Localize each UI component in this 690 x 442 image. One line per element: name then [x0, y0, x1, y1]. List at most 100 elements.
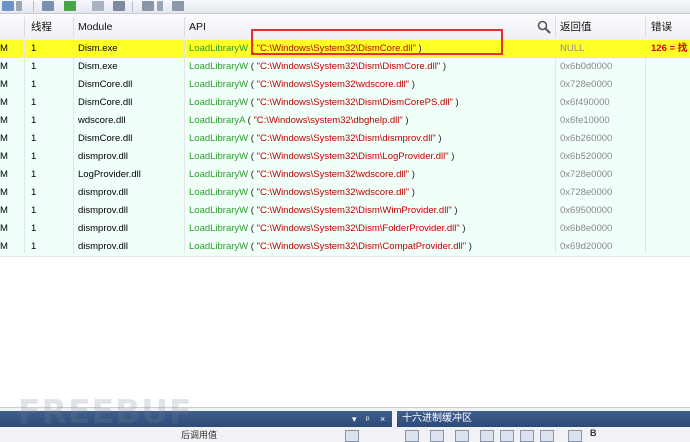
hex-format-icon[interactable] — [540, 430, 554, 442]
api-cell: LoadLibraryW ( "C:\Windows\System32\wdsc… — [189, 169, 415, 180]
table-row[interactable]: M 1 DismCore.dll LoadLibraryW ( "C:\Windows… — [0, 76, 690, 95]
error-cell — [651, 166, 690, 184]
api-function-name: LoadLibraryW — [189, 151, 249, 162]
panel-close-icon[interactable]: × — [380, 411, 385, 427]
thread-cell: 1 — [31, 133, 37, 144]
column-divider — [645, 17, 646, 37]
trash-icon[interactable] — [172, 1, 184, 11]
error-cell — [651, 238, 690, 256]
table-row[interactable]: M 1 dismprov.dll LoadLibraryW ( "C:\Windows… — [0, 184, 690, 203]
api-function-name: LoadLibraryW — [189, 43, 249, 54]
table-row[interactable]: M 1 dismprov.dll LoadLibraryW ( "C:\Windows… — [0, 238, 690, 257]
error-cell — [651, 94, 690, 112]
error-cell: 126 = 找 — [651, 43, 688, 54]
hex-format-icon[interactable] — [480, 430, 494, 442]
column-header-api[interactable]: API — [189, 14, 249, 40]
list-view-icon[interactable] — [42, 1, 54, 11]
table-row[interactable]: M 1 DismCore.dll LoadLibraryW ( "C:\Windows… — [0, 130, 690, 149]
panel-button-icon[interactable] — [345, 430, 359, 442]
table-row[interactable]: M 1 dismprov.dll LoadLibraryW ( "C:\Windows… — [0, 148, 690, 167]
api-argument: "C:\Windows\System32\Dism\DismCore.dll" — [256, 61, 441, 72]
table-row[interactable]: M 1 wdscore.dll LoadLibraryA ( "C:\Windows\… — [0, 112, 690, 131]
return-value-cell: 0x6b520000 — [560, 151, 613, 162]
error-cell — [651, 76, 690, 94]
return-value-cell: NULL — [560, 43, 585, 54]
api-argument: "C:\Windows\System32\Dism\CompatProvider… — [256, 241, 467, 252]
api-function-name: LoadLibraryW — [189, 61, 249, 72]
panel-pin-icon[interactable]: ▾ — [352, 411, 357, 427]
toolbar-separator — [33, 1, 34, 12]
column-header-module[interactable]: Module — [78, 14, 178, 40]
module-cell: dismprov.dll — [78, 205, 128, 216]
return-value-cell: 0x6b260000 — [560, 133, 613, 144]
watermark-text: FREEBUF — [18, 392, 193, 431]
column-header-thread[interactable]: 线程 — [31, 14, 71, 40]
api-cell: LoadLibraryW ( "C:\Windows\System32\Dism… — [189, 223, 466, 234]
row-type-cell: M — [0, 205, 8, 216]
module-cell: dismprov.dll — [78, 151, 128, 162]
row-type-cell: M — [0, 241, 8, 252]
api-cell: LoadLibraryW ( "C:\Windows\System32\wdsc… — [189, 187, 415, 198]
search-icon[interactable] — [537, 20, 551, 34]
thread-cell: 1 — [31, 223, 37, 234]
annotation-highlight-box — [251, 29, 503, 55]
toolbar — [0, 0, 690, 14]
dropdown-arrow-icon[interactable] — [157, 1, 163, 11]
dropdown-arrow-icon[interactable] — [16, 1, 22, 11]
table-row[interactable]: M 1 dismprov.dll LoadLibraryW ( "C:\Windows… — [0, 202, 690, 221]
api-function-name: LoadLibraryW — [189, 97, 249, 108]
table-row[interactable]: M 1 DismCore.dll LoadLibraryW ( "C:\Windows… — [0, 94, 690, 113]
hex-copy-icon[interactable] — [430, 430, 444, 442]
hex-bold-icon[interactable]: B — [590, 428, 597, 438]
return-value-cell: 0x6b0d0000 — [560, 61, 613, 72]
api-argument: "C:\Windows\System32\Dism\DismCorePS.dll… — [256, 97, 453, 108]
module-cell: wdscore.dll — [78, 115, 126, 126]
thread-cell: 1 — [31, 205, 37, 216]
module-cell: DismCore.dll — [78, 133, 133, 144]
module-cell: DismCore.dll — [78, 97, 133, 108]
hex-format-icon[interactable] — [568, 430, 582, 442]
table-row[interactable]: M 1 LogProvider.dll LoadLibraryW ( "C:\Wind… — [0, 166, 690, 185]
row-type-cell: M — [0, 79, 8, 90]
save-icon[interactable] — [113, 1, 125, 11]
filter-icon[interactable] — [142, 1, 154, 11]
hex-format-icon[interactable] — [500, 430, 514, 442]
grid-line — [24, 40, 25, 253]
thread-cell: 1 — [31, 115, 37, 126]
arrow-icon[interactable] — [2, 1, 14, 11]
column-divider — [24, 17, 25, 37]
hex-save-icon[interactable] — [405, 430, 419, 442]
module-cell: LogProvider.dll — [78, 169, 141, 180]
api-argument: "C:\Windows\System32\Dism\LogProvider.dl… — [256, 151, 449, 162]
error-cell — [651, 220, 690, 238]
column-divider — [184, 17, 185, 37]
hex-buffer-titlebar: 十六进制缓冲区 — [397, 411, 690, 427]
api-cell: LoadLibraryW ( "C:\Windows\System32\Dism… — [189, 241, 472, 252]
api-cell: LoadLibraryW ( "C:\Windows\System32\wdsc… — [189, 79, 415, 90]
api-function-name: LoadLibraryW — [189, 241, 249, 252]
column-divider — [73, 17, 74, 37]
row-type-cell: M — [0, 151, 8, 162]
freebuf-watermark: FREEBUF — [18, 392, 228, 432]
copy-icon[interactable] — [92, 1, 104, 11]
table-row[interactable]: M 1 dismprov.dll LoadLibraryW ( "C:\Windows… — [0, 220, 690, 239]
column-header-return-value[interactable]: 返回值 — [560, 14, 640, 40]
api-function-name: LoadLibraryW — [189, 169, 249, 180]
return-value-cell: 0x6fe10000 — [560, 115, 610, 126]
api-function-name: LoadLibraryW — [189, 133, 249, 144]
thread-cell: 1 — [31, 79, 37, 90]
api-argument: "C:\Windows\System32\wdscore.dll" — [256, 187, 410, 198]
return-value-cell: 0x69d20000 — [560, 241, 613, 252]
table-row[interactable]: M 1 Dism.exe LoadLibraryW ( "C:\Windows\Sys… — [0, 58, 690, 77]
refresh-icon[interactable] — [64, 1, 76, 11]
grid-line — [555, 40, 556, 253]
panel-autohide-icon[interactable]: ᵖ — [366, 411, 369, 427]
api-cell: LoadLibraryW ( "C:\Windows\System32\Dism… — [189, 205, 458, 216]
hex-format-icon[interactable] — [520, 430, 534, 442]
hex-view-icon[interactable] — [455, 430, 469, 442]
api-function-name: LoadLibraryW — [189, 205, 249, 216]
return-value-cell: 0x69500000 — [560, 205, 613, 216]
column-divider — [555, 17, 556, 37]
row-type-cell: M — [0, 97, 8, 108]
column-header-error[interactable]: 错误 — [651, 14, 690, 40]
